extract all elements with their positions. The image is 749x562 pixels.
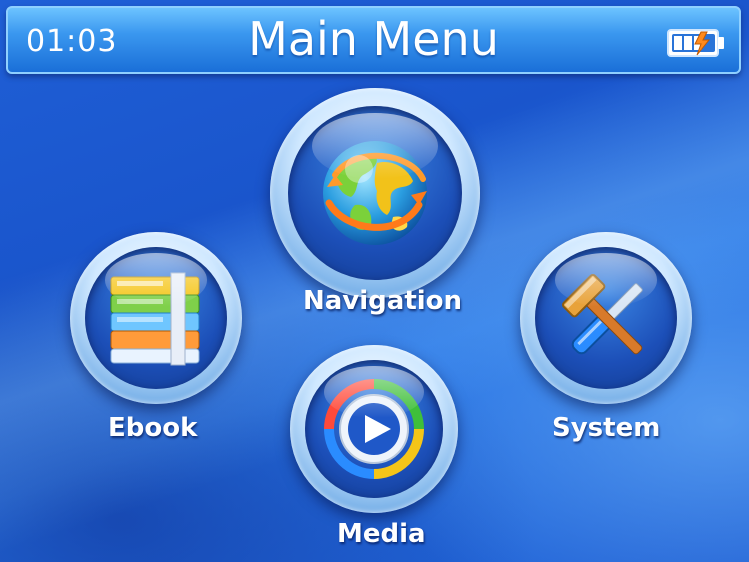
- navigation-inner: [288, 106, 462, 280]
- ebook-inner: [85, 247, 227, 389]
- system-inner: [535, 247, 677, 389]
- media-label: Media: [337, 519, 426, 549]
- navigation-button[interactable]: Navigation: [270, 88, 480, 328]
- page-title: Main Menu: [248, 12, 499, 66]
- navigation-label: Navigation: [303, 286, 463, 316]
- media-button[interactable]: Media: [290, 345, 460, 555]
- system-button[interactable]: System: [520, 232, 710, 452]
- media-inner: [305, 360, 443, 498]
- battery-icon: [667, 28, 725, 58]
- play-icon: [319, 374, 429, 484]
- main-menu-screen: 01:03 Main Menu Navigation Ebook System …: [0, 0, 749, 562]
- system-label: System: [552, 413, 661, 443]
- tools-icon: [555, 267, 659, 371]
- header-bar: 01:03 Main Menu: [6, 6, 741, 74]
- ebook-button[interactable]: Ebook: [70, 232, 250, 452]
- books-icon: [105, 271, 209, 367]
- ebook-label: Ebook: [108, 413, 198, 443]
- globe-icon: [315, 133, 435, 253]
